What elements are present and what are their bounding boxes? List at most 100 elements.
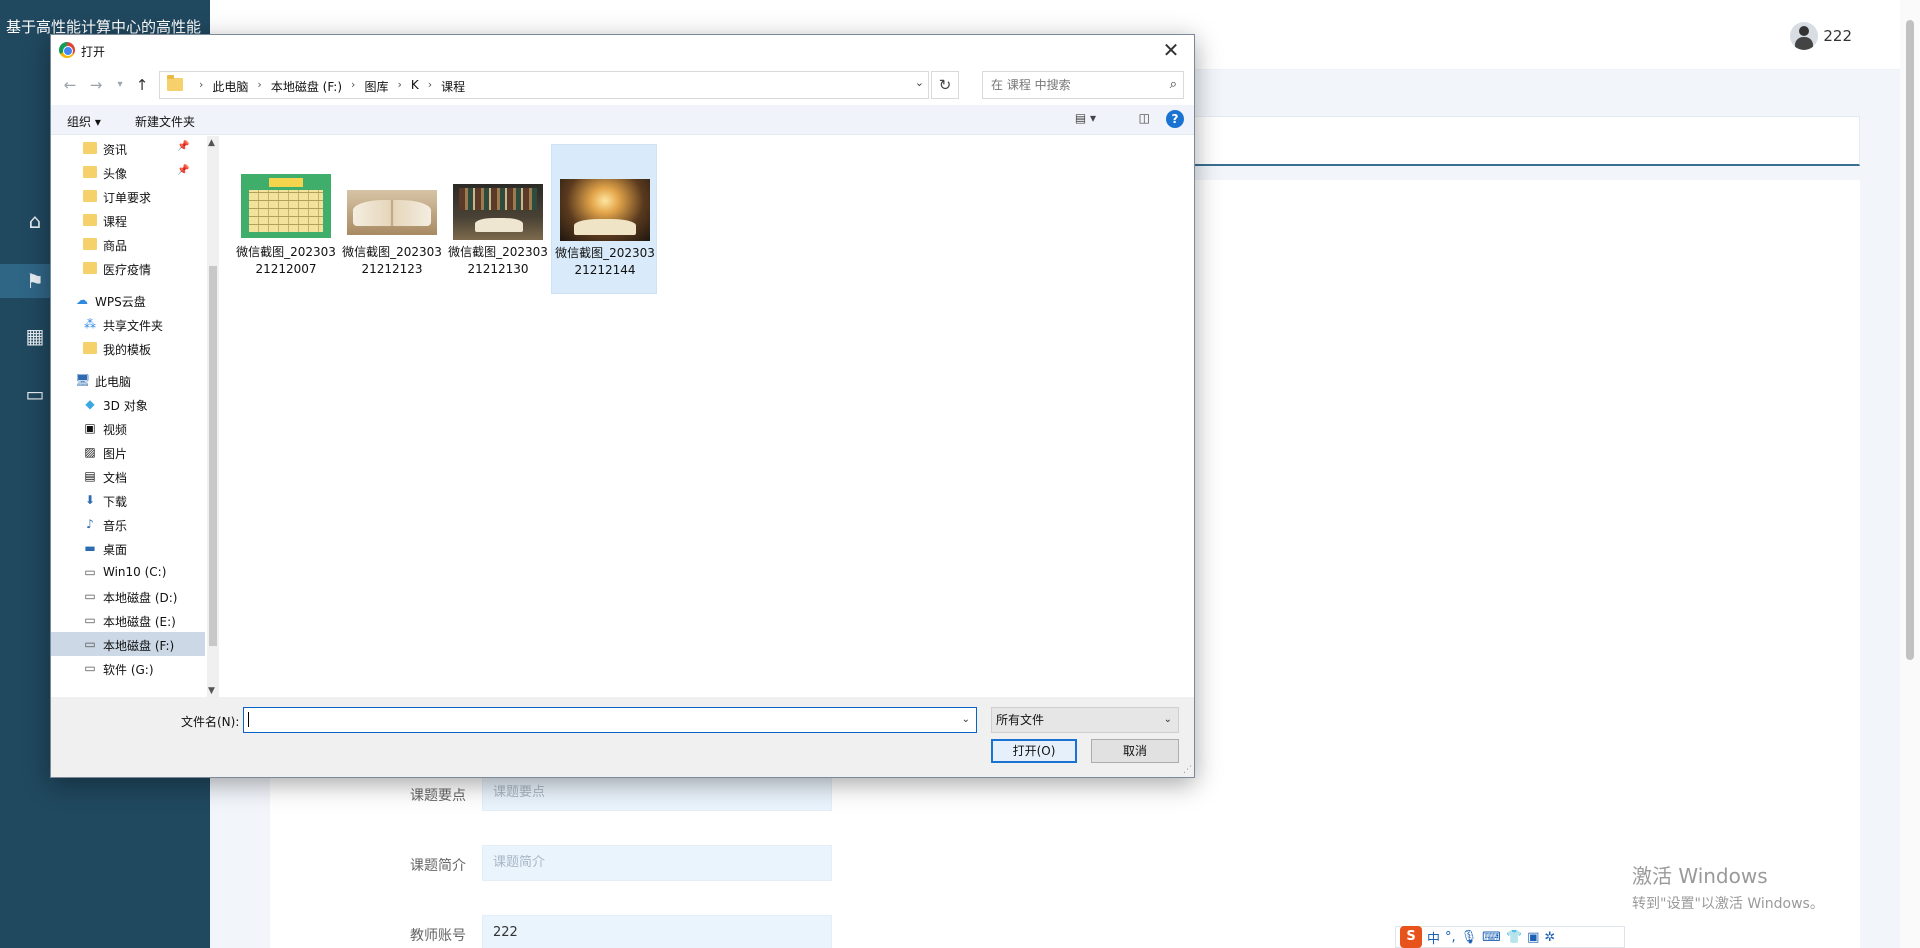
nav-item[interactable]: 医疗疫情	[51, 256, 205, 280]
filetype-select[interactable]: 所有文件 ⌄	[991, 707, 1179, 733]
open-button[interactable]: 打开(O)	[991, 739, 1077, 763]
up-arrow-icon[interactable]: ↑	[131, 74, 153, 96]
summary-input[interactable]: 课题简介	[482, 845, 832, 881]
nav-item[interactable]: 🖥 此电脑	[51, 368, 205, 392]
nav-item-label: 资讯	[103, 143, 128, 157]
address-bar[interactable]: › 此电脑 › 本地磁盘 (F:) › 图库 › K › 课程 ⌄	[159, 71, 929, 99]
nav-item[interactable]: ☁ WPS云盘	[51, 288, 205, 312]
ime-mode[interactable]: 中	[1427, 928, 1440, 947]
sogou-logo-icon[interactable]: S	[1400, 926, 1422, 948]
nav-item[interactable]: ▣ 视频	[51, 416, 205, 440]
dialog-titlebar[interactable]: 打开 ✕	[51, 35, 1194, 65]
nav-item[interactable]: 订单要求	[51, 184, 205, 208]
home-icon[interactable]: ⌂	[22, 208, 48, 234]
breadcrumb-separator[interactable]: ›	[419, 78, 441, 95]
nav-item[interactable]: ♪ 音乐	[51, 512, 205, 536]
ime-toolbar[interactable]: S 中 °, 🎙 ⌨ 👕 ▣ ✲	[1395, 926, 1625, 948]
nav-item[interactable]: ⬇ 下载	[51, 488, 205, 512]
document-icon: ▤	[84, 469, 96, 483]
avatar[interactable]	[1790, 22, 1818, 50]
key-points-input[interactable]: 课题要点	[482, 775, 832, 811]
nav-pane-scrollbar[interactable]: ▲ ▼	[207, 136, 219, 698]
folder-icon	[83, 342, 97, 354]
skin-icon[interactable]: 👕	[1506, 930, 1522, 945]
nav-item-selected[interactable]: ▭ 本地磁盘 (F:)	[51, 632, 205, 656]
nav-item-label: 本地磁盘 (E:)	[103, 615, 176, 629]
nav-item[interactable]: ▬ 桌面	[51, 536, 205, 560]
help-icon[interactable]: ?	[1166, 110, 1184, 128]
scrollbar-thumb[interactable]	[1906, 20, 1914, 660]
nav-item[interactable]: ▭ Win10 (C:)	[51, 560, 205, 584]
punctuation-icon[interactable]: °,	[1445, 930, 1456, 945]
card-icon[interactable]: ▭	[22, 381, 48, 407]
nav-item[interactable]: ▭ 本地磁盘 (E:)	[51, 608, 205, 632]
preview-pane-icon[interactable]: ◫	[1139, 111, 1150, 125]
breadcrumb-separator[interactable]: ›	[388, 78, 410, 95]
breadcrumb-item[interactable]: 此电脑	[212, 78, 248, 95]
breadcrumb-item[interactable]: 课程	[441, 78, 465, 95]
back-arrow-icon[interactable]: ←	[59, 74, 81, 96]
flag-icon[interactable]: ⚑	[22, 268, 48, 294]
navigation-row: ← → ▾ ↑ › 此电脑 › 本地磁盘 (F:) › 图库 › K › 课程 …	[51, 69, 1194, 101]
file-item[interactable]: 微信截图_20230321212130	[445, 144, 551, 294]
nav-item[interactable]: ▨ 图片	[51, 440, 205, 464]
nav-item[interactable]: 商品	[51, 232, 205, 256]
dialog-footer: 文件名(N): ⌄ 所有文件 ⌄ 打开(O) 取消 ⋰	[51, 697, 1194, 777]
user-name[interactable]: 222	[1823, 27, 1852, 45]
image-thumbnail	[453, 184, 543, 240]
toolbox-icon[interactable]: ▣	[1527, 930, 1539, 945]
breadcrumb-item[interactable]: 本地磁盘 (F:)	[271, 78, 342, 95]
cancel-button[interactable]: 取消	[1091, 739, 1179, 763]
address-dropdown-icon[interactable]: ⌄	[915, 76, 924, 89]
nav-item-label: 3D 对象	[103, 399, 148, 413]
close-button[interactable]: ✕	[1148, 35, 1194, 65]
filename-input[interactable]: ⌄	[243, 707, 977, 733]
image-thumbnail	[560, 179, 650, 241]
chevron-down-icon[interactable]: ⌄	[962, 708, 970, 732]
refresh-button[interactable]: ↻	[931, 71, 959, 99]
keyboard-icon[interactable]: ⌨	[1482, 930, 1501, 945]
scroll-up-icon[interactable]: ▲	[208, 138, 215, 148]
search-placeholder: 在 课程 中搜索	[991, 78, 1071, 92]
file-name: 微信截图_20230321212144	[555, 246, 655, 277]
nav-item[interactable]: ▭ 本地磁盘 (D:)	[51, 584, 205, 608]
nav-item-label: 共享文件夹	[103, 319, 164, 333]
teacher-account-input[interactable]: 222	[482, 915, 832, 948]
file-item-selected[interactable]: 微信截图_20230321212144	[551, 144, 657, 294]
nav-item[interactable]: ▤ 文档	[51, 464, 205, 488]
file-item[interactable]: 微信截图_20230321212123	[339, 144, 445, 294]
microphone-icon[interactable]: 🎙	[1461, 930, 1478, 945]
grid-icon[interactable]: ▦	[22, 323, 48, 349]
forward-arrow-icon[interactable]: →	[85, 74, 107, 96]
breadcrumb-item[interactable]: K	[411, 78, 419, 95]
scrollbar-thumb[interactable]	[209, 266, 217, 646]
folder-icon	[83, 190, 97, 202]
nav-item-label: 音乐	[103, 519, 128, 533]
nav-item[interactable]: ▭ 软件 (G:)	[51, 656, 205, 680]
nav-item-label: 文档	[103, 471, 128, 485]
new-folder-button[interactable]: 新建文件夹	[135, 113, 195, 130]
nav-item[interactable]: 课程	[51, 208, 205, 232]
nav-item-label: 图片	[103, 447, 128, 461]
chevron-down-icon[interactable]: ⌄	[1164, 708, 1172, 732]
view-options-icon[interactable]: ▤ ▾	[1075, 111, 1096, 125]
text-caret	[248, 712, 249, 727]
nav-item[interactable]: ⁂ 共享文件夹	[51, 312, 205, 336]
search-input[interactable]: 在 课程 中搜索 ⌕	[982, 71, 1184, 99]
folder-icon	[83, 262, 97, 274]
breadcrumb-separator[interactable]: ›	[248, 78, 270, 95]
scroll-down-icon[interactable]: ▼	[208, 686, 215, 696]
nav-item[interactable]: 我的模板	[51, 336, 205, 360]
search-icon[interactable]: ⌕	[1170, 72, 1177, 98]
nav-item[interactable]: 资讯 📌	[51, 136, 205, 160]
page-scrollbar[interactable]	[1900, 0, 1920, 948]
breadcrumb-item[interactable]: 图库	[364, 78, 388, 95]
resize-grip-icon[interactable]: ⋰	[1183, 765, 1192, 775]
breadcrumb-separator[interactable]: ›	[342, 78, 364, 95]
recent-chevron-icon[interactable]: ▾	[109, 74, 131, 96]
settings-icon[interactable]: ✲	[1544, 930, 1555, 945]
nav-item[interactable]: ◆ 3D 对象	[51, 392, 205, 416]
file-item[interactable]: 微信截图_20230321212007	[233, 144, 339, 294]
organize-button[interactable]: 组织 ▾	[67, 113, 101, 130]
nav-item[interactable]: 头像 📌	[51, 160, 205, 184]
